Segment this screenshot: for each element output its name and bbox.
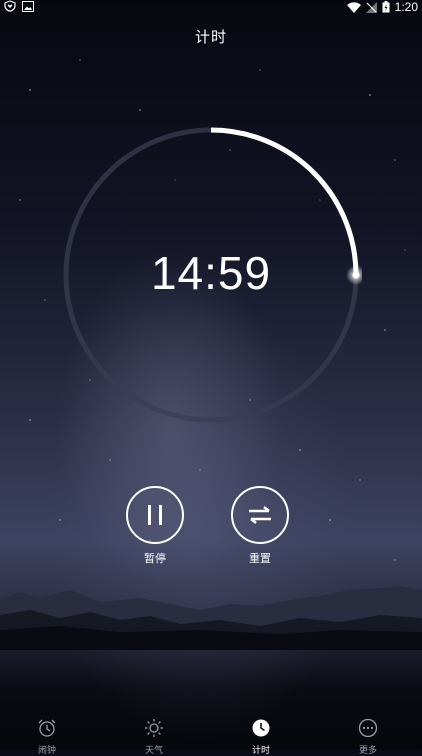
pause-button[interactable] [126,486,184,544]
mountain-silhouette [0,586,422,650]
pause-control: 暂停 [125,486,185,566]
no-signal-icon [365,1,377,13]
page-title: 计时 [194,28,227,46]
more-icon [358,718,378,738]
status-bar: 1:20 [0,0,422,14]
tab-timer[interactable]: 计时 [236,718,286,756]
tab-alarm[interactable]: 闹钟 [22,718,72,756]
reset-control: 重置 [230,486,290,566]
timer-display: 14:59 [150,247,272,299]
image-icon [22,0,34,12]
sun-icon [145,719,163,737]
pause-icon [148,505,162,525]
pause-label: 暂停 [144,552,166,565]
reset-button[interactable] [231,486,289,544]
tab-more[interactable]: 更多 [343,718,393,756]
bottom-tab-bar: 闹钟 天气 计时 更多 [0,718,422,756]
wifi-icon [346,1,361,13]
battery-icon [382,1,390,13]
reset-label: 重置 [249,552,271,565]
tab-weather[interactable]: 天气 [129,718,179,756]
status-time: 1:20 [394,0,418,14]
alarm-clock-icon [38,719,56,737]
shield-heart-icon [4,0,16,12]
swap-arrows-icon [249,506,271,524]
clock-icon [252,719,270,737]
